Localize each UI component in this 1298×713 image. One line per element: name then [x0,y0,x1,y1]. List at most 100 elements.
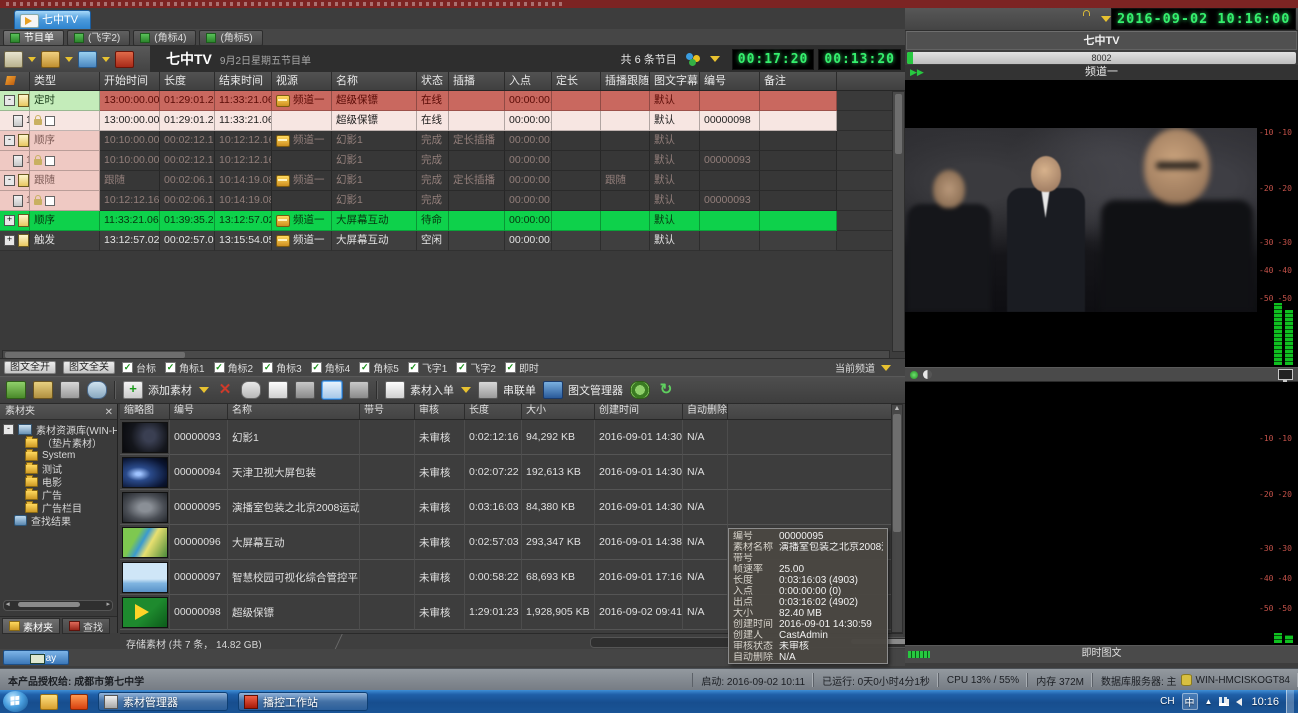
cg-check-item[interactable]: ✓飞字2 [456,360,496,375]
media-column-header[interactable]: 自动删除 [683,404,728,419]
playlist-row[interactable]: +5顺序11:33:21.0601:39:35.2113:12:57.02频道一… [0,211,905,231]
chain-list-label[interactable]: 串联单 [503,382,536,398]
tree-horizontal-scrollbar[interactable]: ◂▸ [3,600,113,611]
media-column-header[interactable]: 大小 [522,404,595,419]
edit-playlist-dropdown-icon[interactable] [65,57,73,62]
material-to-list-label[interactable]: 素材入单 [410,382,454,398]
media-thumbnail[interactable] [122,422,168,453]
chain-list-icon[interactable] [478,381,498,399]
playlist-subtab[interactable]: (飞字2) [67,30,130,46]
grid-view-icon[interactable] [60,381,80,399]
cg-check-item[interactable]: ✓角标1 [165,360,205,375]
collapse-minus-icon[interactable]: - [4,95,15,106]
playlist-column-header[interactable]: 状态 [417,72,449,90]
playlist-subtab[interactable]: (角标4) [133,30,196,46]
tab-channel[interactable]: 七中TV [14,10,91,29]
media-column-header[interactable]: 编号 [170,404,228,419]
tools-dropdown-icon[interactable] [102,57,110,62]
media-column-header[interactable]: 创建时间 [595,404,683,419]
add-material-label[interactable]: 添加素材 [148,382,192,398]
cg-manager-icon[interactable] [543,381,563,399]
collapse-minus-icon[interactable]: - [4,175,15,186]
show-desktop-button[interactable] [1286,690,1294,713]
playlist-column-header[interactable]: 结束时间 [215,72,272,90]
cg-check-item[interactable]: ✓飞字1 [408,360,448,375]
channel-on-icon[interactable] [910,371,918,379]
media-row[interactable]: 00000093幻影1未审核0:02:12:1694,292 KB2016-09… [120,420,891,455]
collapse-minus-icon[interactable]: - [4,135,15,146]
playlist-column-header[interactable]: 图文字幕 [650,72,700,90]
cg-check-item[interactable]: ✓台标 [122,360,156,375]
collapse-minus-icon[interactable]: - [3,424,14,435]
open-folder-icon[interactable] [33,381,53,399]
playlist-column-header[interactable]: 插播跟随 [601,72,650,90]
material-to-list-icon[interactable] [385,381,405,399]
ime-indicator[interactable]: 中 [1182,693,1198,710]
cg-close-all-button[interactable]: 图文全关 [63,361,115,374]
checkbox-checked-icon[interactable]: ✓ [359,362,370,373]
checkbox-checked-icon[interactable]: ✓ [456,362,467,373]
lang-indicator[interactable]: CH [1160,696,1174,707]
expand-plus-icon[interactable]: + [4,235,15,246]
playlist-row[interactable]: 113:00:00.0001:29:01.2311:33:21.06超级保镖在线… [0,111,905,131]
playlist-row[interactable]: 110:10:00.0000:02:12.1610:12:12.16幻影1完成0… [0,151,905,171]
cg-check-item[interactable]: ✓即时 [505,360,539,375]
playlist-vertical-scrollbar[interactable] [892,91,905,352]
media-column-header[interactable]: 带号 [360,404,415,419]
checkbox-checked-icon[interactable]: ✓ [214,362,225,373]
checkbox-checked-icon[interactable]: ✓ [408,362,419,373]
checkbox-checked-icon[interactable]: ✓ [262,362,273,373]
playlist-column-header[interactable]: 定长 [552,72,601,90]
tools-icon[interactable] [78,51,97,68]
cg-manager-label[interactable]: 图文管理器 [568,382,623,398]
view-detail-icon[interactable] [349,381,369,399]
tree-tab-folders[interactable]: 素材夹 [2,618,60,634]
playlist-column-header[interactable]: 入点 [505,72,552,90]
search-media-icon[interactable] [87,381,107,399]
tree-folder-item[interactable]: 广告栏目 [3,501,117,514]
playlist-subtab[interactable]: (角标5) [199,30,262,46]
clip-checkbox[interactable] [45,156,55,166]
explorer-icon[interactable] [40,694,58,710]
open-playlist-dropdown-icon[interactable] [28,57,36,62]
tray-expand-icon[interactable]: ▲ [1205,697,1213,706]
stamp-icon[interactable] [115,51,134,68]
tree-folder-item[interactable]: System [3,449,117,462]
cg-check-item[interactable]: ✓角标3 [262,360,302,375]
tree-folder-item[interactable]: 广告 [3,488,117,501]
media-column-header[interactable]: 长度 [465,404,522,419]
start-button[interactable] [3,691,28,712]
view-list-icon[interactable] [322,381,342,399]
playlist-column-header[interactable]: 备注 [760,72,837,90]
tree-folder-item[interactable]: 电影 [3,475,117,488]
playlist-row[interactable]: -2定时13:00:00.0001:29:01.2311:33:21.06频道一… [0,91,905,111]
playlist-column-header[interactable]: 编号 [700,72,760,90]
media-thumbnail[interactable] [122,597,168,628]
expand-plus-icon[interactable]: + [4,215,15,226]
speaker-icon[interactable] [1236,698,1242,706]
current-channel-dropdown-icon[interactable] [881,365,891,371]
media-column-header[interactable]: 审核 [415,404,465,419]
media-row[interactable]: 00000094天津卫视大屏包装未审核0:02:07:22192,613 KB2… [120,455,891,490]
media-column-header[interactable] [728,404,891,419]
playlist-column-header[interactable]: 类型 [30,72,100,90]
media-column-header[interactable]: 缩略图 [120,404,170,419]
contrast-icon[interactable] [923,370,932,379]
monitor-icon[interactable] [1278,369,1293,380]
checkbox-checked-icon[interactable]: ✓ [311,362,322,373]
media-vertical-scrollbar[interactable]: ▲ [891,404,903,633]
tree-close-icon[interactable]: ✕ [105,405,113,420]
quicklaunch-app-icon[interactable] [70,694,88,710]
tree-folder-item[interactable]: 测试 [3,462,117,475]
cg-check-item[interactable]: ✓角标5 [359,360,399,375]
playlist-row[interactable]: -3顺序10:10:00.0000:02:12.1610:12:12.16频道一… [0,131,905,151]
add-material-dropdown-icon[interactable] [199,387,209,393]
checkbox-checked-icon[interactable]: ✓ [122,362,133,373]
refresh-icon[interactable]: ↻ [657,382,675,398]
cg-open-all-button[interactable]: 图文全开 [4,361,56,374]
tree-search-result-item[interactable]: 查找结果 [3,514,117,527]
material-to-list-dropdown-icon[interactable] [461,387,471,393]
playlist-column-header[interactable]: 插播 [449,72,505,90]
taskbar-button-playout[interactable]: 播控工作站 [238,692,368,711]
material-detail-icon[interactable] [268,381,288,399]
